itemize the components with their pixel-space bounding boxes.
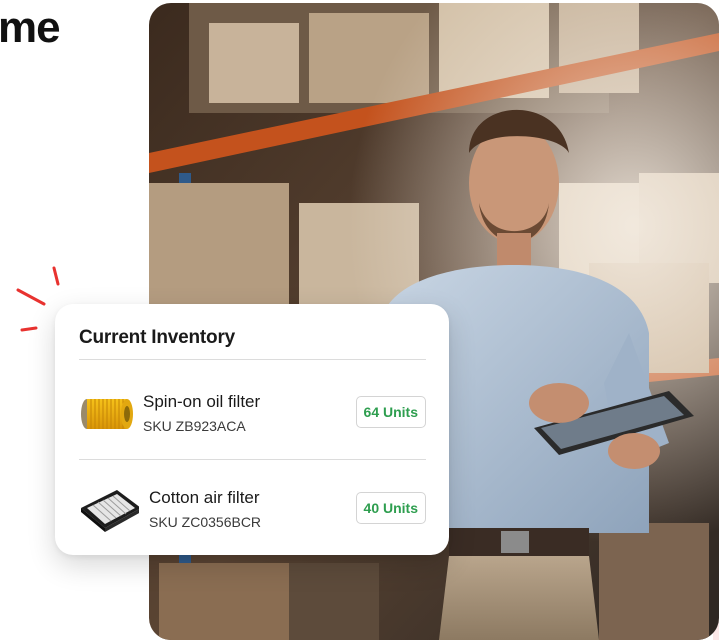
item-sku: SKU ZB923ACA [143, 418, 246, 434]
divider [79, 359, 426, 360]
inventory-item[interactable]: Cotton air filter SKU ZC0356BCR 40 Units [79, 484, 426, 540]
air-filter-icon [79, 486, 141, 534]
item-name: Spin-on oil filter [143, 392, 261, 411]
page: me Current Inventory Spin-on oil filter … [0, 0, 719, 640]
item-sku: SKU ZC0356BCR [149, 514, 262, 530]
oil-filter-icon [79, 390, 139, 438]
inventory-item[interactable]: Spin-on oil filter SKU ZB923ACA 64 Units [79, 388, 426, 444]
card-title: Current Inventory [79, 327, 236, 348]
current-inventory-card: Current Inventory Spin-on oil filter SKU… [55, 304, 449, 555]
units-badge: 64 Units [355, 396, 426, 428]
headline-fragment: me [0, 3, 61, 52]
units-badge: 40 Units [355, 492, 426, 524]
divider [79, 459, 426, 460]
item-name: Cotton air filter [149, 488, 260, 507]
